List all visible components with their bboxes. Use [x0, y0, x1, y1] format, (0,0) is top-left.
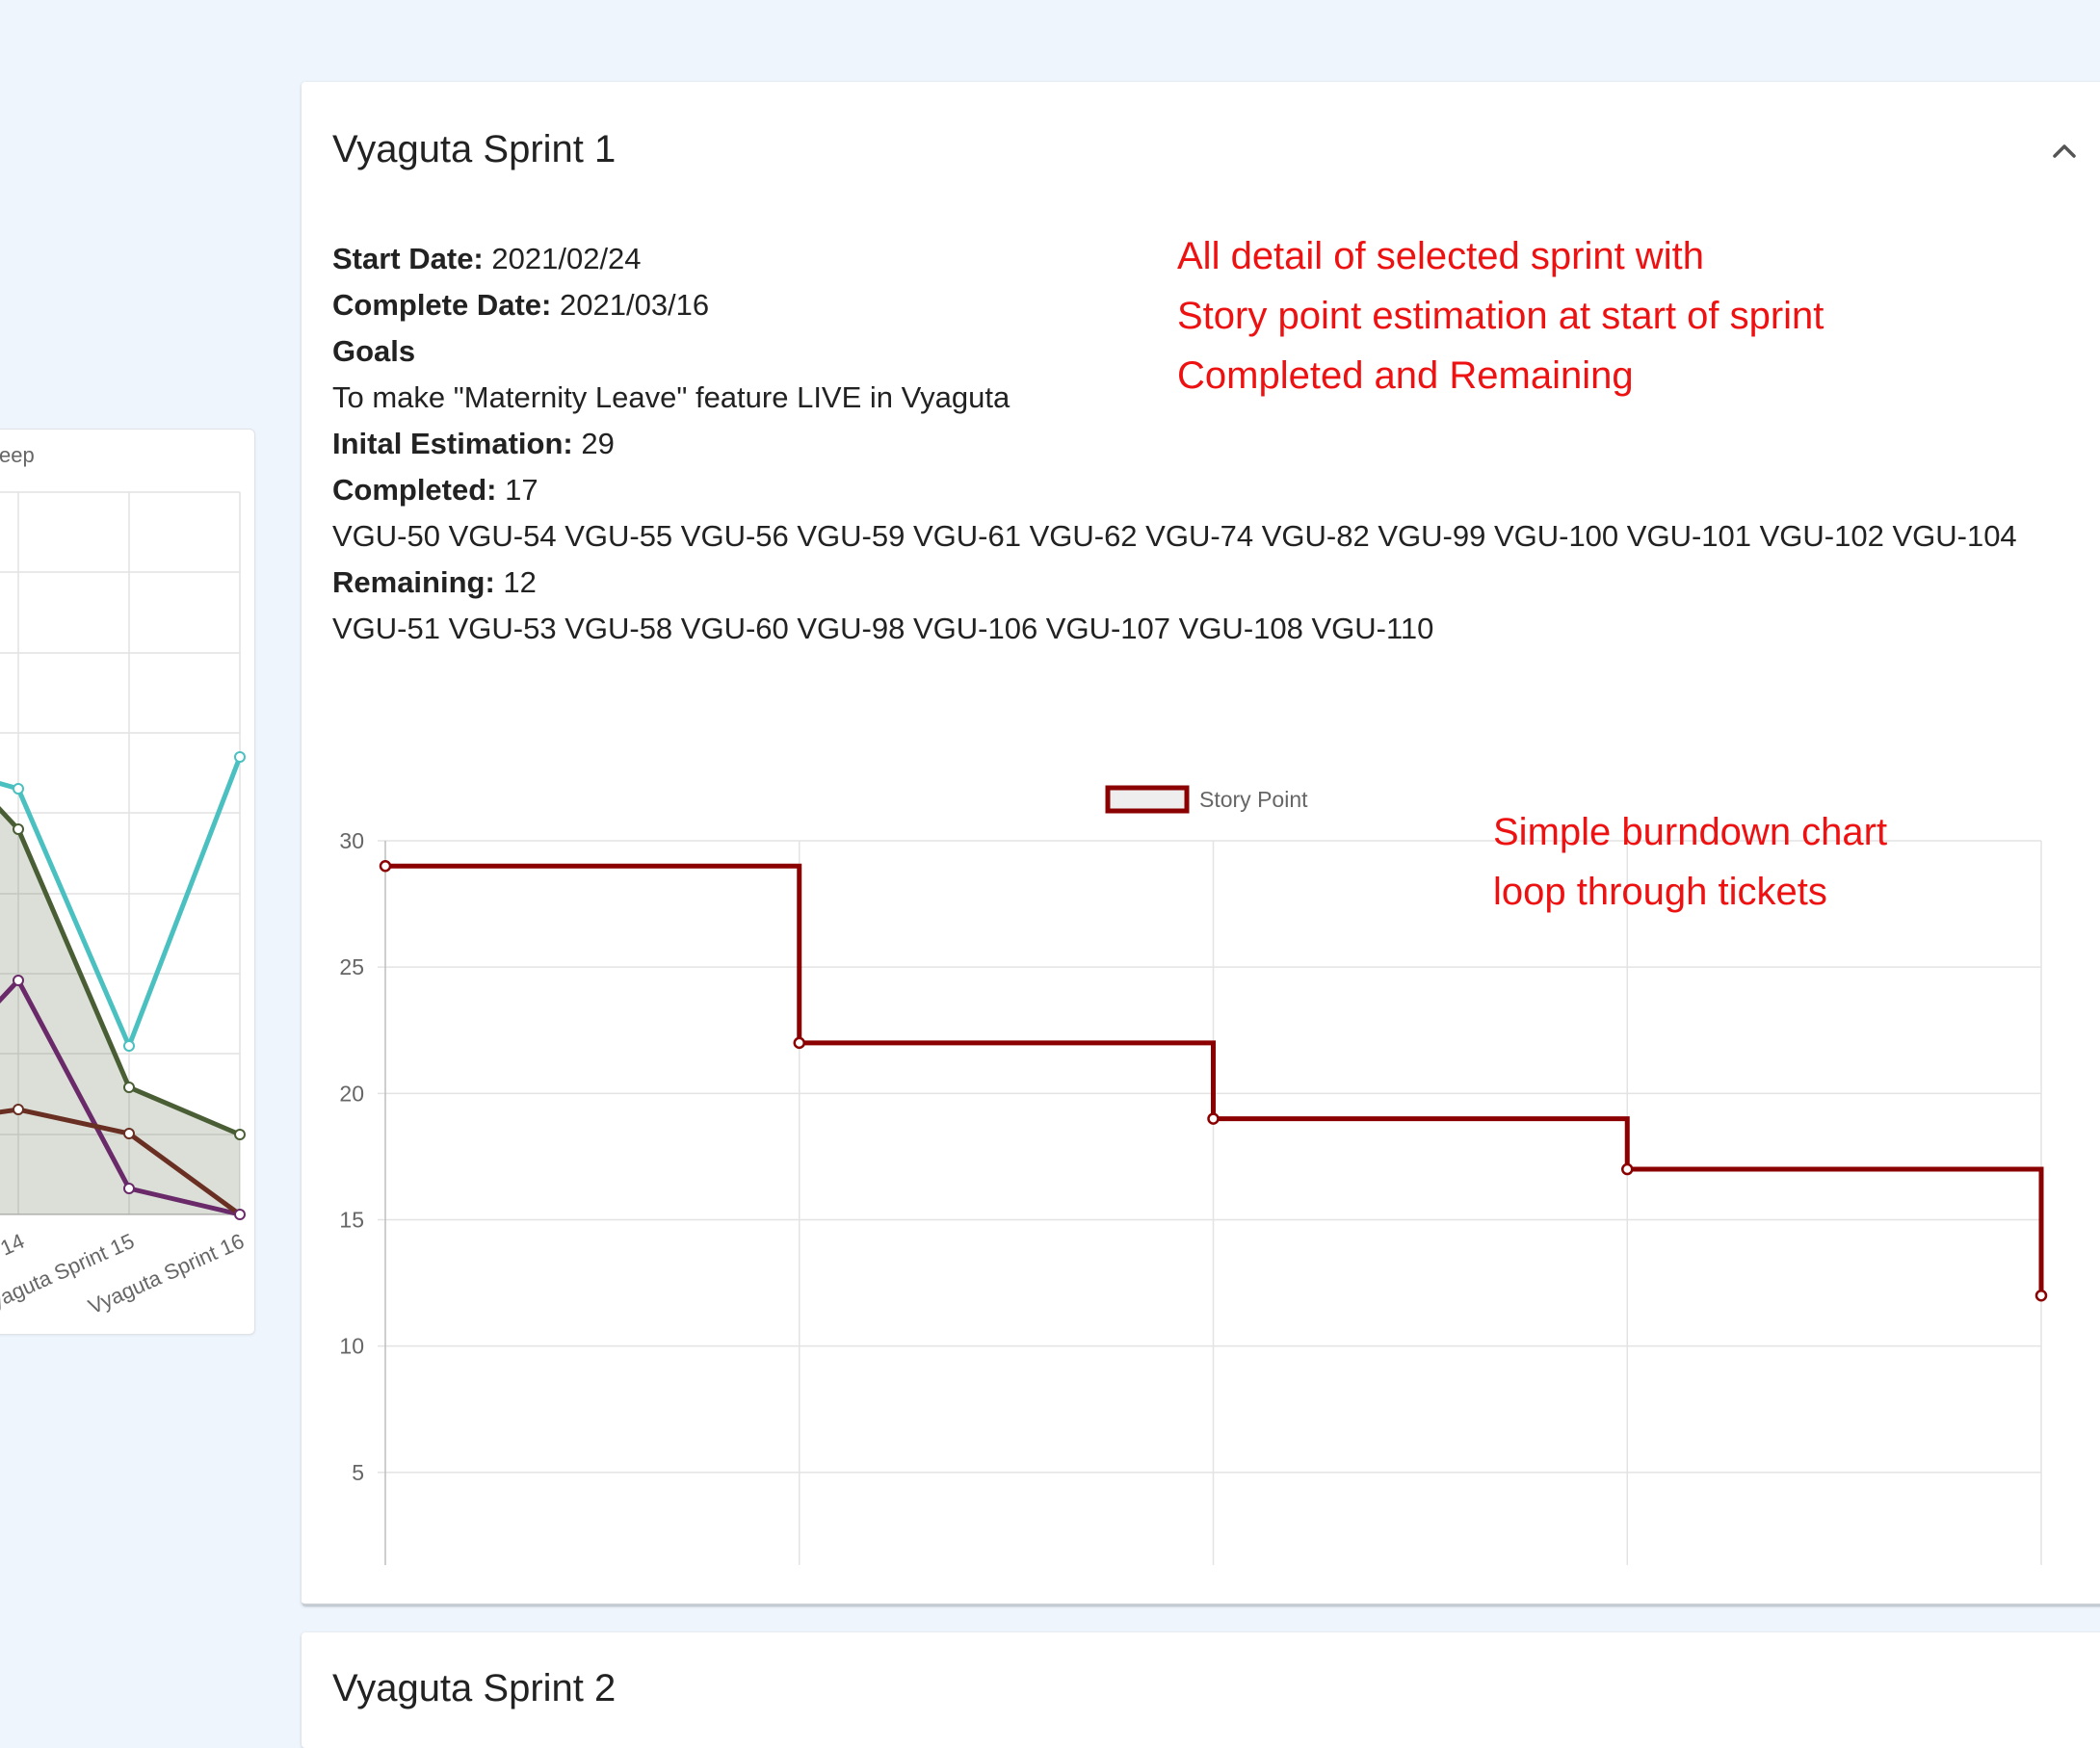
- sprint-comparison-chart: eep 14 Vyaguta Sprint 15 Vyaguta Sprint …: [0, 443, 248, 1318]
- estimation-value: 29: [581, 427, 615, 460]
- story-point-marker: [1207, 1112, 1220, 1125]
- legend-swatch[interactable]: [1105, 785, 1190, 814]
- remaining-label: Remaining:: [332, 565, 495, 599]
- annotation-line: All detail of selected sprint with: [1177, 235, 1704, 277]
- burndown-grid: [378, 840, 2042, 1565]
- annotation-line: loop through tickets: [1493, 871, 1827, 913]
- left-chart-legend-fragment: eep: [0, 443, 35, 467]
- sprint-comparison-chart-card: eep 14 Vyaguta Sprint 15 Vyaguta Sprint …: [0, 429, 255, 1335]
- y-tick-label: 30: [339, 828, 364, 853]
- y-tick-label: 5: [352, 1460, 364, 1485]
- sprint-detail-panel: Vyaguta Sprint 1 Start Date: 2021/02/24 …: [302, 82, 2100, 1605]
- burndown-annotation: Simple burndown chart loop through ticke…: [1493, 802, 1887, 922]
- completed-row: Completed: 17: [332, 467, 2095, 513]
- story-point-marker: [793, 1036, 805, 1050]
- start-date-label: Start Date:: [332, 242, 484, 275]
- burndown-axes: 05101520253024 Feb05 Mar08 Mar09 Mar10 M…: [339, 828, 364, 1485]
- y-tick-label: 10: [339, 1334, 364, 1359]
- story-point-marker: [1621, 1162, 1634, 1176]
- remaining-row: Remaining: 12: [332, 560, 2095, 606]
- burndown-legend[interactable]: Story Point: [1105, 785, 1308, 814]
- y-tick-label: 15: [339, 1208, 364, 1233]
- completed-tickets: VGU-50 VGU-54 VGU-55 VGU-56 VGU-59 VGU-6…: [332, 519, 2017, 553]
- goals-label: Goals: [332, 334, 416, 368]
- completed-label: Completed:: [332, 473, 497, 507]
- legend-label[interactable]: Story Point: [1199, 787, 1308, 812]
- left-chart-area-fill: [0, 809, 240, 1214]
- y-tick-label: 20: [339, 1081, 364, 1106]
- remaining-tickets: VGU-51 VGU-53 VGU-58 VGU-60 VGU-98 VGU-1…: [332, 612, 1434, 645]
- annotation-line: Simple burndown chart: [1493, 811, 1888, 853]
- remaining-value: 12: [503, 565, 537, 599]
- next-sprint-panel[interactable]: Vyaguta Sprint 2: [302, 1632, 2100, 1748]
- sprint-title[interactable]: Vyaguta Sprint 1: [332, 128, 616, 171]
- completed-value: 17: [505, 473, 538, 507]
- story-point-marker: [2034, 1289, 2048, 1302]
- complete-date-value: 2021/03/16: [560, 288, 710, 322]
- complete-date-label: Complete Date:: [332, 288, 552, 322]
- annotation-line: Completed and Remaining: [1177, 354, 1634, 397]
- estimation-row: Inital Estimation: 29: [332, 421, 2095, 467]
- collapse-chevron-up-icon[interactable]: [2045, 132, 2084, 170]
- start-date-value: 2021/02/24: [491, 242, 642, 275]
- annotation-line: Story point estimation at start of sprin…: [1177, 295, 1824, 337]
- next-sprint-title[interactable]: Vyaguta Sprint 2: [332, 1667, 616, 1710]
- left-chart-x-tick: 14: [0, 1229, 28, 1261]
- estimation-label: Inital Estimation:: [332, 427, 573, 460]
- y-tick-label: 25: [339, 954, 364, 979]
- sprint-detail-annotation: All detail of selected sprint with Story…: [1177, 226, 1824, 405]
- story-point-marker: [379, 859, 392, 873]
